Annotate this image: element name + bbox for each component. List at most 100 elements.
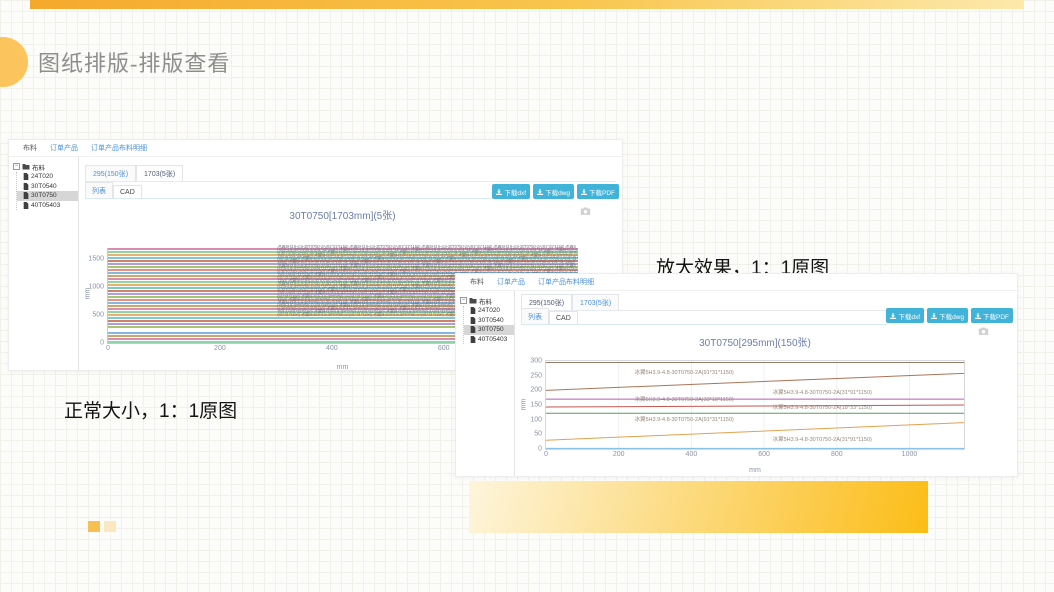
file-icon xyxy=(23,183,29,190)
tab-cad[interactable]: CAD xyxy=(549,311,578,324)
y-tick: 100 xyxy=(530,416,542,423)
fabric-tree: 布料 24T020 30T0540 30T0750 xyxy=(456,291,515,476)
x-tick: 600 xyxy=(438,345,450,352)
y-tick: 50 xyxy=(534,431,542,438)
x-tick: 0 xyxy=(544,451,548,458)
piece-label: 冰翼5H3.9-4.8-30T0750-2A(31*91*1150) xyxy=(773,388,872,396)
tab-list[interactable]: 列表 xyxy=(85,182,113,198)
app-window-zoomed: 布料 订单产品 订单产品布料明细 布料 24T020 30 xyxy=(455,273,1018,477)
y-axis-label: mm xyxy=(84,288,91,300)
y-axis-label: mm xyxy=(520,399,527,411)
chart-title: 30T0750[1703mm](5张) xyxy=(107,207,578,222)
save-as-image-icon[interactable] xyxy=(580,202,591,220)
download-icon xyxy=(537,189,543,195)
piece-label: 冰翼5H3.9-4.8-30T0750-2A(33*18*1150) xyxy=(634,395,733,403)
tree-item-label: 30T0540 xyxy=(31,183,57,190)
tree-item-label: 30T0750 xyxy=(31,192,57,199)
download-icon xyxy=(975,313,981,319)
download-dxf-button[interactable]: 下载dxf xyxy=(492,184,530,199)
decorative-square-dark xyxy=(88,521,100,532)
y-tick: 0 xyxy=(100,340,104,347)
y-tick: 200 xyxy=(530,387,542,394)
download-icon xyxy=(581,189,587,195)
tree-root[interactable]: 布料 xyxy=(13,162,78,171)
tree-root[interactable]: 布料 xyxy=(460,296,514,305)
tree-item-30T0540[interactable]: 30T0540 xyxy=(464,316,514,326)
tree-item-24T020[interactable]: 24T020 xyxy=(17,172,78,182)
folder-icon xyxy=(469,297,477,304)
y-tick: 250 xyxy=(530,372,542,379)
tree-item-label: 40T05403 xyxy=(478,336,507,343)
tab-1703[interactable]: 1703(5张) xyxy=(572,294,619,310)
file-icon xyxy=(23,173,29,180)
collapse-icon[interactable] xyxy=(13,163,20,170)
tree-item-30T0750-selected[interactable]: 30T0750 xyxy=(464,325,514,335)
x-tick: 200 xyxy=(214,345,226,352)
download-dwg-button[interactable]: 下载dwg xyxy=(927,308,968,323)
tree-item-30T0540[interactable]: 30T0540 xyxy=(17,182,78,192)
x-tick: 0 xyxy=(106,345,110,352)
x-tick: 1000 xyxy=(902,451,918,458)
caption-normal-size: 正常大小，1：1原图 xyxy=(64,396,237,423)
tree-item-label: 24T020 xyxy=(31,173,53,180)
download-dxf-button[interactable]: 下载dxf xyxy=(886,308,924,323)
tab-cad[interactable]: CAD xyxy=(113,185,142,198)
top-nav: 布料 订单产品 订单产品布料明细 xyxy=(9,140,622,157)
file-icon xyxy=(470,317,476,324)
y-tick: 1500 xyxy=(88,256,104,263)
tree-item-label: 40T05403 xyxy=(31,202,60,209)
x-tick: 200 xyxy=(613,451,625,458)
y-tick: 150 xyxy=(530,402,542,409)
nav-tab-order-product[interactable]: 订单产品 xyxy=(497,277,525,287)
x-tick: 800 xyxy=(831,451,843,458)
download-pdf-button[interactable]: 下载PDF xyxy=(971,308,1013,323)
nav-tab-fabric[interactable]: 布料 xyxy=(23,143,37,153)
tab-295[interactable]: 295(150张) xyxy=(85,165,136,181)
piece-label: 冰翼5H3.9-4.8-30T0750-2A(18*33*1150) xyxy=(773,403,872,411)
top-accent-bar xyxy=(30,0,1024,9)
tab-1703[interactable]: 1703(5张) xyxy=(136,165,183,181)
view-tabs: 列表 CAD xyxy=(85,182,492,199)
download-dwg-button[interactable]: 下载dwg xyxy=(533,184,574,199)
folder-icon xyxy=(22,163,30,170)
tree-item-label: 24T020 xyxy=(478,307,500,314)
decorative-square-light xyxy=(104,521,116,532)
tree-item-label: 30T0540 xyxy=(478,317,504,324)
download-pdf-button[interactable]: 下载PDF xyxy=(577,184,619,199)
file-icon xyxy=(23,202,29,209)
file-icon xyxy=(470,326,476,333)
piece-label: 冰翼5H3.9-4.8-30T0750-2A(31*91*1150) xyxy=(773,435,872,443)
width-tabs: 295(150张) 1703(5张) xyxy=(85,165,616,182)
nav-tab-order-product-fabric-detail[interactable]: 订单产品布料明细 xyxy=(91,143,147,153)
nav-tab-fabric[interactable]: 布料 xyxy=(470,277,484,287)
x-tick: 400 xyxy=(686,451,698,458)
download-icon xyxy=(890,313,896,319)
y-tick: 0 xyxy=(538,446,542,453)
tree-item-30T0750-selected[interactable]: 30T0750 xyxy=(17,191,78,201)
top-nav: 布料 订单产品 订单产品布料明细 xyxy=(456,274,1017,291)
tree-item-40T05403[interactable]: 40T05403 xyxy=(464,335,514,345)
layout-lines-svg xyxy=(546,361,964,449)
x-tick: 600 xyxy=(758,451,770,458)
nav-tab-order-product-fabric-detail[interactable]: 订单产品布料明细 xyxy=(538,277,594,287)
tree-item-24T020[interactable]: 24T020 xyxy=(464,306,514,316)
collapse-icon[interactable] xyxy=(460,297,467,304)
y-tick: 300 xyxy=(530,358,542,365)
view-tabs: 列表 CAD xyxy=(521,309,887,325)
tab-list[interactable]: 列表 xyxy=(521,308,549,324)
piece-label: 冰翼5H3.9-4.8-30T0750-2A(91*31*1150) xyxy=(634,415,733,423)
download-icon xyxy=(496,189,502,195)
file-icon xyxy=(23,192,29,199)
file-icon xyxy=(470,307,476,314)
file-icon xyxy=(470,336,476,343)
y-tick: 500 xyxy=(92,312,104,319)
nav-tab-order-product[interactable]: 订单产品 xyxy=(50,143,78,153)
save-as-image-icon[interactable] xyxy=(978,322,989,340)
decorative-circle xyxy=(0,37,28,87)
x-axis-label: mm xyxy=(545,467,965,474)
tree-root-label: 布料 xyxy=(32,162,45,172)
piece-label: 冰翼5H3.9-4.8-30T0750-2A(91*31*1150) xyxy=(634,368,733,376)
cad-layout-chart-295: 冰翼5H3.9-4.8-30T0750-2A(91*31*1150) 冰翼5H3.… xyxy=(545,360,965,450)
bottom-accent-gradient xyxy=(469,481,928,533)
tree-item-40T05403[interactable]: 40T05403 xyxy=(17,201,78,211)
